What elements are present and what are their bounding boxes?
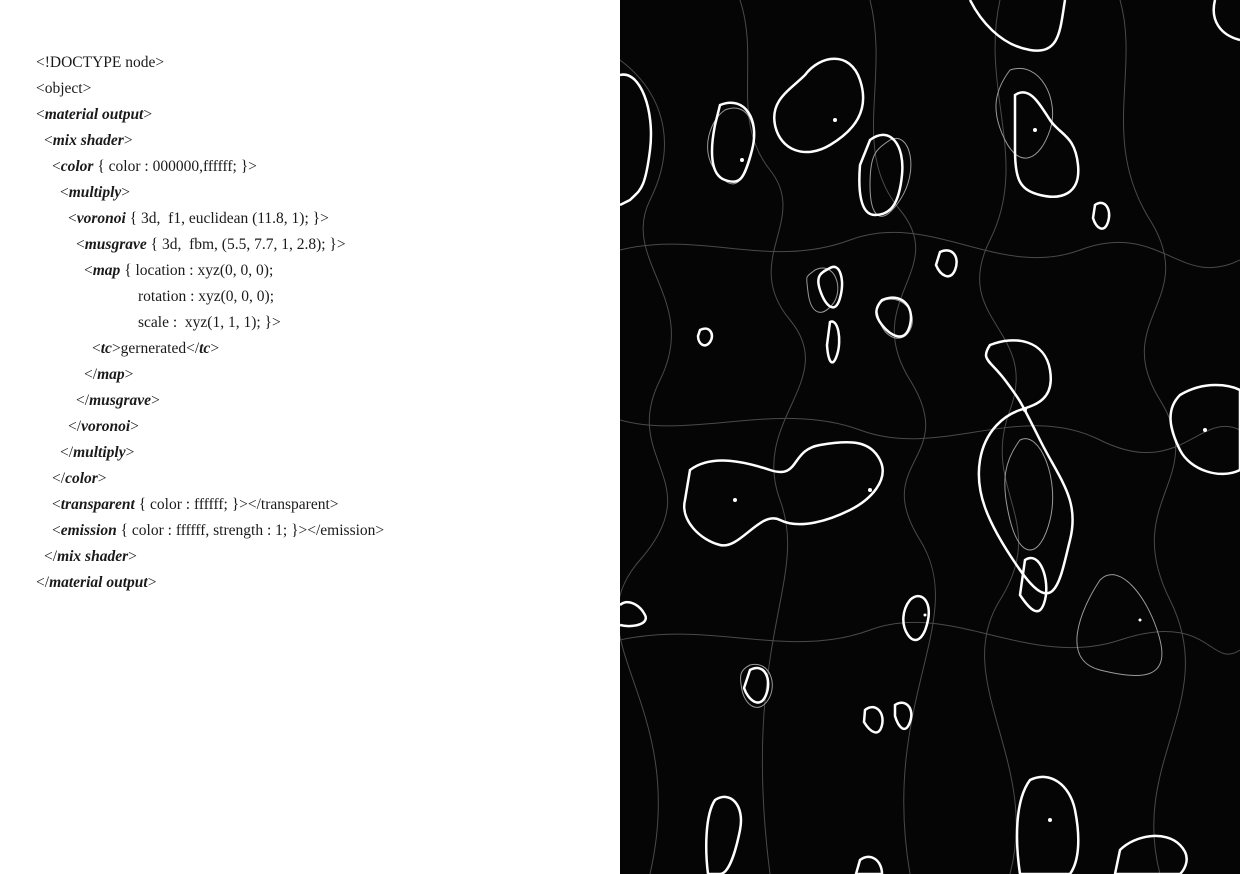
- code-text: >: [124, 366, 134, 383]
- code-line: </voronoi>: [68, 417, 139, 437]
- code-tag-name: map: [97, 366, 125, 383]
- code-text: <: [52, 158, 61, 175]
- code-line: <mix shader>: [44, 131, 133, 151]
- code-text: </: [68, 418, 82, 435]
- code-text: <: [52, 522, 61, 539]
- code-tag-name: multiply: [68, 184, 122, 201]
- code-text: >: [210, 340, 220, 357]
- code-line: </multiply>: [60, 443, 134, 463]
- code-tag-name: color: [65, 470, 98, 487]
- code-text: >: [125, 444, 135, 461]
- code-text: <: [92, 340, 101, 357]
- code-text: >: [143, 106, 153, 123]
- code-text: >gernerated</: [111, 340, 200, 357]
- code-text: <: [84, 262, 93, 279]
- code-tag-name: tc: [199, 340, 211, 357]
- code-tag-name: tc: [100, 340, 112, 357]
- code-text: </: [36, 574, 50, 591]
- code-line: </map>: [84, 365, 133, 385]
- code-text: >: [123, 132, 133, 149]
- code-tag-name: material output: [49, 574, 148, 591]
- code-line: </color>: [52, 469, 107, 489]
- code-tag-name: voronoi: [81, 418, 131, 435]
- code-line: <musgrave { 3d, fbm, (5.5, 7.7, 1, 2.8);…: [76, 235, 346, 255]
- code-text: >: [130, 418, 139, 435]
- code-text: <: [68, 210, 77, 227]
- code-text: { color : ffffff, strength : 1; }></emis…: [116, 522, 385, 539]
- left-page: <!DOCTYPE node> <object> <material output>…: [0, 0, 620, 874]
- code-tag-name: mix shader: [52, 132, 124, 149]
- code-tag-name: emission: [60, 522, 117, 539]
- code-text: <object>: [36, 80, 92, 97]
- code-line: </material output>: [36, 573, 156, 593]
- code-text: </: [44, 548, 58, 565]
- code-tag-name: transparent: [60, 496, 135, 513]
- code-text: <: [44, 132, 53, 149]
- noise-texture-image: [620, 0, 1240, 874]
- code-text: </: [84, 366, 98, 383]
- code-line: <transparent { color : ffffff; }></trans…: [52, 495, 339, 515]
- code-text: </: [52, 470, 66, 487]
- code-text: <: [36, 106, 45, 123]
- code-text: >: [121, 184, 131, 201]
- code-tag-name: color: [60, 158, 94, 175]
- code-line: scale : xyz(1, 1, 1); }>: [138, 313, 281, 333]
- code-text: { 3d, fbm, (5.5, 7.7, 1, 2.8); }>: [146, 236, 346, 253]
- code-tag-name: mix shader: [57, 548, 129, 565]
- code-line: </musgrave>: [76, 391, 160, 411]
- code-tag-name: voronoi: [76, 210, 126, 227]
- code-line: rotation : xyz(0, 0, 0);: [138, 287, 274, 307]
- code-tag-name: musgrave: [89, 392, 152, 409]
- code-text: { location : xyz(0, 0, 0);: [120, 262, 274, 279]
- code-text: </: [60, 444, 74, 461]
- code-text: </: [76, 392, 90, 409]
- code-text: { 3d, f1, euclidean (11.8, 1); }>: [125, 210, 329, 227]
- code-text: <: [52, 496, 61, 513]
- code-line: </mix shader>: [44, 547, 137, 567]
- code-tag-name: musgrave: [84, 236, 147, 253]
- code-text: >: [128, 548, 137, 565]
- code-line: <!DOCTYPE node>: [36, 53, 164, 73]
- code-text: { color : ffffff; }></transparent>: [134, 496, 339, 513]
- code-tag-name: material output: [44, 106, 144, 123]
- code-line: <multiply>: [60, 183, 130, 203]
- code-line: <voronoi { 3d, f1, euclidean (11.8, 1); …: [68, 209, 329, 229]
- code-text: scale : xyz(1, 1, 1); }>: [138, 314, 281, 331]
- code-text: >: [147, 574, 157, 591]
- code-line: <tc>gernerated</tc>: [92, 339, 219, 359]
- code-text: { color : 000000,ffffff; }>: [93, 158, 257, 175]
- code-text: <!DOCTYPE node>: [36, 54, 165, 71]
- code-line: <object>: [36, 79, 91, 99]
- code-tag-name: map: [92, 262, 121, 279]
- voronoi-contour-texture: [620, 0, 1240, 874]
- code-tag-name: multiply: [73, 444, 126, 461]
- code-text: <: [60, 184, 69, 201]
- code-line: <emission { color : ffffff, strength : 1…: [52, 521, 384, 541]
- code-line: <map { location : xyz(0, 0, 0);: [84, 261, 273, 281]
- code-text: >: [97, 470, 107, 487]
- code-text: rotation : xyz(0, 0, 0);: [138, 288, 275, 305]
- code-text: <: [76, 236, 85, 253]
- code-line: <color { color : 000000,ffffff; }>: [52, 157, 257, 177]
- code-line: <material output>: [36, 105, 152, 125]
- code-text: >: [151, 392, 160, 409]
